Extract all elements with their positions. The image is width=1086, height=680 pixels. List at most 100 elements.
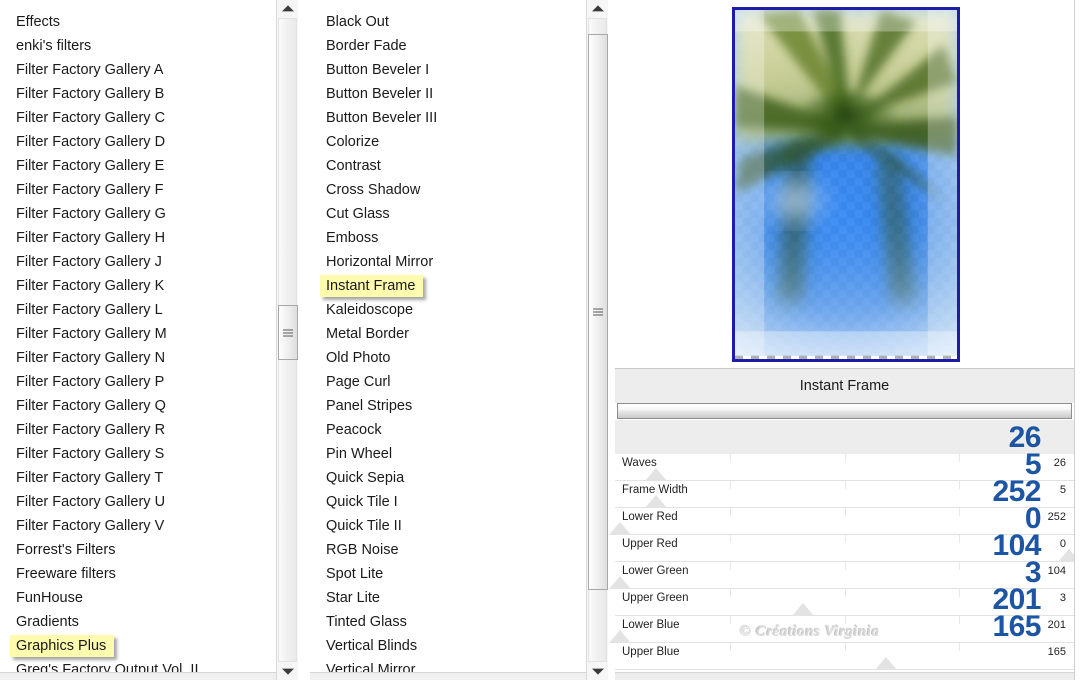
slider-thumb[interactable] xyxy=(645,495,668,508)
parameter-row[interactable]: Upper Green 3 xyxy=(615,589,1074,616)
category-item[interactable]: Filter Factory Gallery M xyxy=(0,322,276,346)
category-item[interactable]: Filter Factory Gallery K xyxy=(0,274,276,298)
category-item[interactable]: Filter Factory Gallery F xyxy=(0,178,276,202)
slider-tick xyxy=(844,562,846,570)
category-item[interactable]: Graphics Plus xyxy=(0,634,276,658)
slider-thumb[interactable] xyxy=(608,630,631,643)
category-item[interactable]: Filter Factory Gallery B xyxy=(0,82,276,106)
category-item[interactable]: Filter Factory Gallery N xyxy=(0,346,276,370)
parameter-label: Upper Red xyxy=(622,538,678,550)
effect-item[interactable]: Panel Stripes xyxy=(310,394,586,418)
slider-thumb[interactable] xyxy=(792,603,815,616)
slider-thumb[interactable] xyxy=(874,657,897,670)
effect-item[interactable]: Horizontal Mirror xyxy=(310,250,586,274)
effects-scroll-down-icon[interactable] xyxy=(587,662,609,680)
effects-scroll-thumb[interactable] xyxy=(588,34,608,590)
effect-item[interactable]: Star Lite xyxy=(310,586,586,610)
slider-thumb[interactable] xyxy=(608,522,631,535)
parameters-horizontal-scrollbar[interactable] xyxy=(617,403,1072,419)
parameter-row[interactable]: Frame Width 5 xyxy=(615,481,1074,508)
effect-item[interactable]: Button Beveler II xyxy=(310,82,586,106)
effect-item[interactable]: Peacock xyxy=(310,418,586,442)
slider-tick xyxy=(844,535,846,543)
parameter-row[interactable]: Waves 26 xyxy=(615,454,1074,481)
category-item[interactable]: enki's filters xyxy=(0,34,276,58)
effect-item[interactable]: Spot Lite xyxy=(310,562,586,586)
category-item[interactable]: Filter Factory Gallery C xyxy=(0,106,276,130)
parameter-row[interactable]: Lower Red 252 xyxy=(608,508,1074,535)
categories-scroll-down-icon[interactable] xyxy=(277,662,299,680)
effect-item[interactable]: Kaleidoscope xyxy=(310,298,586,322)
categories-scrollbar[interactable] xyxy=(276,0,298,680)
category-item[interactable]: Effects xyxy=(0,10,276,34)
effect-item[interactable]: Cross Shadow xyxy=(310,178,586,202)
parameter-value: 252 xyxy=(1047,511,1066,523)
category-item[interactable]: Freeware filters xyxy=(0,562,276,586)
slider-tick xyxy=(729,508,731,516)
category-item[interactable]: Filter Factory Gallery P xyxy=(0,370,276,394)
category-item[interactable]: Filter Factory Gallery L xyxy=(0,298,276,322)
slider-tick xyxy=(959,589,961,597)
slider-thumb[interactable] xyxy=(645,468,668,481)
watermark: © Créations Virginia xyxy=(740,624,880,640)
category-item[interactable]: Filter Factory Gallery S xyxy=(0,442,276,466)
effects-list-bottom-edge xyxy=(310,672,606,680)
effect-item[interactable]: Colorize xyxy=(310,130,586,154)
effect-item[interactable]: Contrast xyxy=(310,154,586,178)
parameter-row[interactable]: Lower Green 104 xyxy=(608,562,1074,589)
effect-item[interactable]: Instant Frame xyxy=(310,274,586,298)
slider-tick xyxy=(844,508,846,516)
effects-scrollbar[interactable] xyxy=(586,0,608,680)
slider-tick xyxy=(959,454,961,462)
effect-item[interactable]: Pin Wheel xyxy=(310,442,586,466)
slider-tick xyxy=(959,643,961,651)
category-item[interactable]: Filter Factory Gallery R xyxy=(0,418,276,442)
parameters-header-spacer xyxy=(615,420,1074,454)
effect-item[interactable]: Quick Tile II xyxy=(310,514,586,538)
parameter-row[interactable]: Upper Red 0 xyxy=(615,535,1081,562)
slider-tick xyxy=(844,589,846,597)
category-item[interactable]: Filter Factory Gallery V xyxy=(0,514,276,538)
effect-item[interactable]: Cut Glass xyxy=(310,202,586,226)
category-item[interactable]: Filter Factory Gallery U xyxy=(0,490,276,514)
categories-scroll-up-icon[interactable] xyxy=(277,0,299,18)
category-selected-highlight: Graphics Plus xyxy=(10,635,115,657)
category-item[interactable]: FunHouse xyxy=(0,586,276,610)
effect-selected-highlight: Instant Frame xyxy=(320,275,424,297)
categories-scroll-thumb[interactable] xyxy=(278,305,298,360)
effects-scroll-up-icon[interactable] xyxy=(587,0,609,18)
filter-categories-list[interactable]: Effects enki's filters Filter Factory Gall… xyxy=(0,0,276,680)
category-item[interactable]: Filter Factory Gallery E xyxy=(0,154,276,178)
category-item[interactable]: Filter Factory Gallery A xyxy=(0,58,276,82)
effect-item[interactable]: RGB Noise xyxy=(310,538,586,562)
effect-item[interactable]: Emboss xyxy=(310,226,586,250)
category-item[interactable]: Filter Factory Gallery H xyxy=(0,226,276,250)
category-item[interactable]: Filter Factory Gallery G xyxy=(0,202,276,226)
parameter-value: 26 xyxy=(1053,457,1066,469)
effect-item[interactable]: Old Photo xyxy=(310,346,586,370)
effect-item[interactable]: Black Out xyxy=(310,10,586,34)
effect-item[interactable]: Tinted Glass xyxy=(310,610,586,634)
category-item[interactable]: Gradients xyxy=(0,610,276,634)
parameter-label: Upper Green xyxy=(622,592,689,604)
effect-item[interactable]: Quick Tile I xyxy=(310,490,586,514)
category-item[interactable]: Filter Factory Gallery T xyxy=(0,466,276,490)
effect-item[interactable]: Border Fade xyxy=(310,34,586,58)
slider-thumb[interactable] xyxy=(608,576,631,589)
preview-image-frame[interactable] xyxy=(732,7,960,362)
effect-item[interactable]: Vertical Blinds xyxy=(310,634,586,658)
slider-tick xyxy=(844,454,846,462)
effect-item[interactable]: Button Beveler III xyxy=(310,106,586,130)
parameter-row[interactable]: Upper Blue 165 xyxy=(615,643,1074,670)
category-item[interactable]: Filter Factory Gallery D xyxy=(0,130,276,154)
category-item[interactable]: Forrest's Filters xyxy=(0,538,276,562)
category-item[interactable]: Filter Factory Gallery Q xyxy=(0,394,276,418)
filter-effects-list[interactable]: Black Out Border Fade Button Beveler I Butt… xyxy=(310,0,586,680)
effect-item[interactable]: Quick Sepia xyxy=(310,466,586,490)
effect-item[interactable]: Page Curl xyxy=(310,370,586,394)
effect-item[interactable]: Metal Border xyxy=(310,322,586,346)
category-item[interactable]: Filter Factory Gallery J xyxy=(0,250,276,274)
slider-tick xyxy=(729,616,731,624)
effect-item[interactable]: Button Beveler I xyxy=(310,58,586,82)
parameter-value: 201 xyxy=(1047,619,1066,631)
